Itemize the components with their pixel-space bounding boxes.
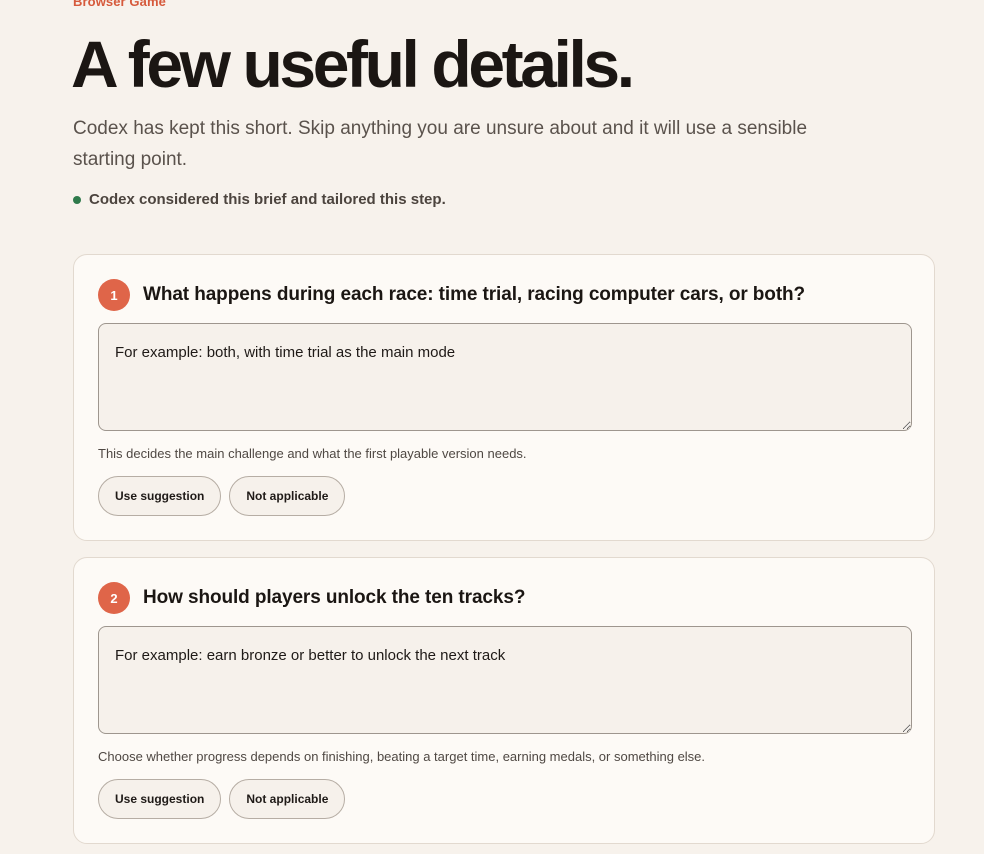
question-hint: This decides the main challenge and what…: [98, 446, 527, 461]
answer-actions: Use suggestion Not applicable: [98, 779, 346, 819]
question-text: What happens during each race: time tria…: [143, 284, 806, 305]
not-applicable-button[interactable]: Not applicable: [229, 779, 346, 819]
not-applicable-button[interactable]: Not applicable: [229, 476, 346, 516]
answer-textarea[interactable]: [98, 323, 912, 431]
question-number-badge: 1: [98, 279, 130, 311]
tailored-status: Codex considered this brief and tailored…: [73, 191, 446, 208]
intro-text: Codex has kept this short. Skip anything…: [73, 118, 808, 170]
question-hint: Choose whether progress depends on finis…: [98, 749, 706, 764]
status-text: Codex considered this brief and tailored…: [89, 191, 446, 208]
question-header: 2 How should players unlock the ten trac…: [98, 582, 525, 614]
project-type-eyebrow: Browser Game: [73, 0, 166, 9]
question-number-badge: 2: [98, 582, 130, 614]
question-card-1: 1 What happens during each race: time tr…: [73, 254, 935, 541]
question-text: How should players unlock the ten tracks…: [143, 587, 526, 608]
question-header: 1 What happens during each race: time tr…: [98, 279, 805, 311]
status-dot-icon: [73, 195, 81, 204]
question-card-2: 2 How should players unlock the ten trac…: [73, 557, 935, 844]
answer-textarea[interactable]: [98, 626, 912, 734]
use-suggestion-button[interactable]: Use suggestion: [98, 476, 222, 516]
use-suggestion-button[interactable]: Use suggestion: [98, 779, 222, 819]
page-title: A few useful details.: [71, 27, 635, 101]
answer-actions: Use suggestion Not applicable: [98, 476, 346, 516]
